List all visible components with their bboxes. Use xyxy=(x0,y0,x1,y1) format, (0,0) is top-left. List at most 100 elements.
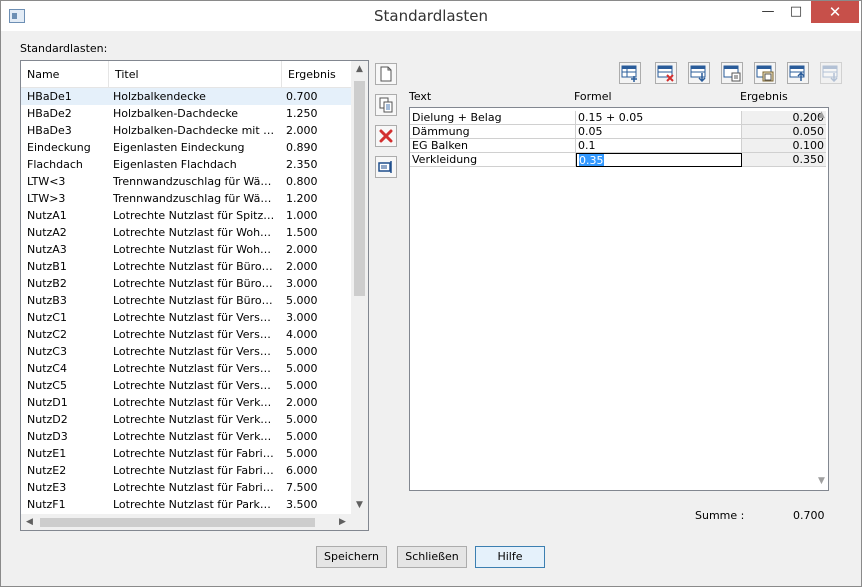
list-row[interactable]: NutzC1 Lotrechte Nutzlast für Versam... 3.… xyxy=(21,309,351,326)
dialog-window: Standardlasten — □ ✕ Standardlasten: Nam… xyxy=(0,0,862,587)
list-row[interactable]: NutzD1 Lotrechte Nutzlast für Verkauf... 2… xyxy=(21,394,351,411)
list-cell-ergebnis: 1.200 xyxy=(286,192,318,205)
list-row[interactable]: HBaDe2 Holzbalken-Dachdecke 1.250 xyxy=(21,105,351,122)
list-cell-name: NutzA2 xyxy=(27,226,67,239)
column-header-name[interactable]: Name xyxy=(21,61,109,88)
list-row[interactable]: NutzD3 Lotrechte Nutzlast für Verkauf... 5… xyxy=(21,428,351,445)
delete-row-button[interactable] xyxy=(655,62,677,84)
list-row[interactable]: Eindeckung Eigenlasten Eindeckung 0.890 xyxy=(21,139,351,156)
grid-cell-formel[interactable]: 0.15 + 0.05 xyxy=(576,111,742,125)
hscroll-thumb[interactable] xyxy=(40,518,315,527)
delete-icon xyxy=(379,129,393,143)
list-row[interactable]: NutzD2 Lotrechte Nutzlast für Verkauf... 5… xyxy=(21,411,351,428)
grid-cell-formel[interactable]: 0.05 xyxy=(576,125,742,139)
list-row[interactable]: Flachdach Eigenlasten Flachdach 2.350 xyxy=(21,156,351,173)
list-row[interactable]: NutzA2 Lotrechte Nutzlast für Wohn- u... 1… xyxy=(21,224,351,241)
help-button[interactable]: Hilfe xyxy=(475,546,545,568)
copy-row-button[interactable] xyxy=(721,62,743,84)
list-row[interactable]: NutzE1 Lotrechte Nutzlast für Fabriken...… xyxy=(21,445,351,462)
list-row[interactable]: NutzE3 Lotrechte Nutzlast für Fabriken...… xyxy=(21,479,351,496)
list-cell-ergebnis: 5.000 xyxy=(286,345,318,358)
list-cell-ergebnis: 5.000 xyxy=(286,430,318,443)
list-cell-name: NutzA1 xyxy=(27,209,67,222)
list-cell-titel: Eigenlasten Flachdach xyxy=(113,158,237,171)
move-row-up-icon xyxy=(789,65,805,81)
save-button[interactable]: Speichern xyxy=(316,546,387,568)
minimize-button[interactable]: — xyxy=(753,1,783,23)
list-row[interactable]: NutzC4 Lotrechte Nutzlast für Versam... 5.… xyxy=(21,360,351,377)
column-header-ergebnis[interactable]: Ergebnis xyxy=(282,61,351,88)
grid-row[interactable]: Verkleidung 0.35 0.350 xyxy=(410,153,828,167)
grid-row[interactable]: EG Balken 0.1 0.100 xyxy=(410,139,828,153)
list-cell-titel: Eigenlasten Eindeckung xyxy=(113,141,245,154)
move-row-down-button[interactable] xyxy=(688,62,710,84)
grid-cell-text[interactable]: EG Balken xyxy=(410,139,576,153)
list-cell-titel: Holzbalken-Dachdecke mit Sch... xyxy=(113,124,277,137)
list-row[interactable]: NutzB1 Lotrechte Nutzlast für Büroflác...… xyxy=(21,258,351,275)
delete-row-icon xyxy=(657,65,674,82)
delete-button[interactable] xyxy=(375,125,397,147)
scroll-right-icon[interactable]: ▶ xyxy=(334,514,351,530)
list-cell-ergebnis: 3.000 xyxy=(286,277,318,290)
grid-scroll-up-icon[interactable]: ▲ xyxy=(818,110,825,120)
list-row[interactable]: HBaDe1 Holzbalkendecke 0.700 xyxy=(21,88,351,105)
list-cell-ergebnis: 1.250 xyxy=(286,107,318,120)
close-window-button[interactable]: ✕ xyxy=(811,1,859,23)
list-cell-titel: Lotrechte Nutzlast für Wohn- u... xyxy=(113,243,277,256)
list-cell-ergebnis: 3.500 xyxy=(286,498,318,511)
list-row[interactable]: LTW>3 Trennwandzuschlag für Wände... 1.200 xyxy=(21,190,351,207)
grid-row[interactable]: Dielung + Belag 0.15 + 0.05 0.200 xyxy=(410,111,828,125)
list-row[interactable]: NutzC5 Lotrechte Nutzlast für Versam... 5.… xyxy=(21,377,351,394)
list-header: Name Titel Ergebnis xyxy=(21,61,351,88)
list-cell-name: NutzA3 xyxy=(27,243,67,256)
list-cell-titel: Lotrechte Nutzlast für Versam... xyxy=(113,345,277,358)
standardlasten-list[interactable]: Name Titel Ergebnis HBaDe1 Holzbalkendeck… xyxy=(20,60,369,531)
grid-cell-formel-editing[interactable]: 0.35 xyxy=(576,153,742,167)
list-cell-titel: Lotrechte Nutzlast für Versam... xyxy=(113,379,277,392)
list-cell-titel: Lotrechte Nutzlast für Spitzböden xyxy=(113,209,277,222)
scroll-up-icon[interactable]: ▲ xyxy=(351,61,368,78)
edit-button[interactable] xyxy=(375,156,397,178)
list-horizontal-scrollbar[interactable]: ◀ ▶ xyxy=(21,514,351,530)
list-row[interactable]: NutzC3 Lotrechte Nutzlast für Versam... 5.… xyxy=(21,343,351,360)
list-row[interactable]: NutzA3 Lotrechte Nutzlast für Wohn- u... 2… xyxy=(21,241,351,258)
list-row[interactable]: LTW<3 Trennwandzuschlag für Wände... 0.800 xyxy=(21,173,351,190)
standardlasten-label: Standardlasten: xyxy=(20,42,108,55)
grid-cell-text[interactable]: Dämmung xyxy=(410,125,576,139)
grid-cell-formel[interactable]: 0.1 xyxy=(576,139,742,153)
list-row[interactable]: NutzA1 Lotrechte Nutzlast für Spitzböden 1… xyxy=(21,207,351,224)
paste-row-icon xyxy=(756,65,774,82)
list-row[interactable]: NutzB2 Lotrechte Nutzlast für Büroflác...… xyxy=(21,275,351,292)
new-button[interactable] xyxy=(375,63,397,85)
list-vertical-scrollbar[interactable]: ▲ ▼ xyxy=(351,61,368,514)
move-row-to-end-button[interactable] xyxy=(820,62,842,84)
copy-button[interactable] xyxy=(375,94,397,116)
insert-row-button[interactable] xyxy=(619,62,641,84)
list-row[interactable]: HBaDe3 Holzbalken-Dachdecke mit Sch... 2.0… xyxy=(21,122,351,139)
close-button[interactable]: Schließen xyxy=(397,546,467,568)
list-cell-ergebnis: 2.000 xyxy=(286,243,318,256)
list-row[interactable]: NutzE2 Lotrechte Nutzlast für Fabriken...… xyxy=(21,462,351,479)
list-cell-name: NutzE3 xyxy=(27,481,67,494)
list-cell-titel: Lotrechte Nutzlast für Büroflác... xyxy=(113,294,277,307)
scroll-thumb[interactable] xyxy=(354,81,365,296)
scroll-left-icon[interactable]: ◀ xyxy=(21,514,38,530)
paste-row-button[interactable] xyxy=(754,62,776,84)
list-cell-ergebnis: 2.000 xyxy=(286,260,318,273)
formula-grid[interactable]: Dielung + Belag 0.15 + 0.05 0.200 Dämmung 0.… xyxy=(409,107,829,491)
list-cell-name: HBaDe3 xyxy=(27,124,72,137)
grid-row[interactable]: Dämmung 0.05 0.050 xyxy=(410,125,828,139)
move-row-up-button[interactable] xyxy=(787,62,809,84)
list-row[interactable]: NutzC2 Lotrechte Nutzlast für Versam... 4.… xyxy=(21,326,351,343)
list-cell-name: NutzC2 xyxy=(27,328,67,341)
grid-scroll-down-icon[interactable]: ▼ xyxy=(818,476,825,486)
column-header-titel[interactable]: Titel xyxy=(109,61,282,88)
grid-cell-text[interactable]: Verkleidung xyxy=(410,153,576,167)
maximize-button[interactable]: □ xyxy=(781,1,811,23)
list-row[interactable]: NutzF1 Lotrechte Nutzlast für Parkhäu... 3… xyxy=(21,496,351,513)
grid-cell-text[interactable]: Dielung + Belag xyxy=(410,111,576,125)
scroll-down-icon[interactable]: ▼ xyxy=(351,497,368,514)
selected-formula-text[interactable]: 0.35 xyxy=(579,154,604,166)
list-row[interactable]: NutzB3 Lotrechte Nutzlast für Büroflác...… xyxy=(21,292,351,309)
list-cell-name: NutzB1 xyxy=(27,260,67,273)
